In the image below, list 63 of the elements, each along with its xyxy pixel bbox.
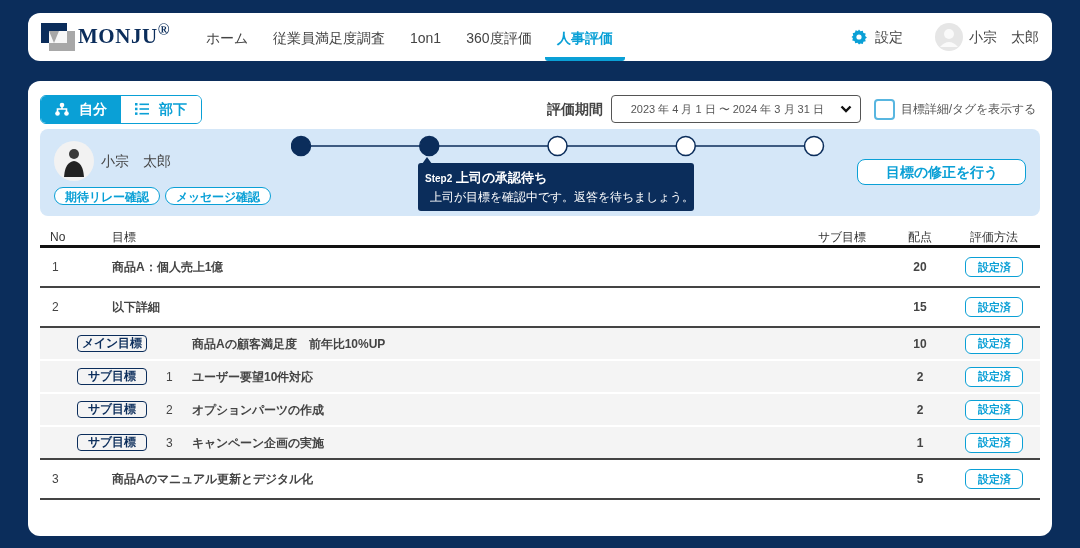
period-label: 評価期間	[546, 99, 603, 119]
table-cell-text: 15	[912, 299, 928, 316]
table-cell-text: 商品Aのマニュアル更新とデジタル化	[112, 471, 314, 488]
nav-tab[interactable]: 人事評価	[544, 24, 625, 61]
avatar	[54, 141, 94, 181]
table-cell-text: 1	[915, 434, 925, 452]
column-header: 目標	[112, 229, 137, 246]
table-cell-text: 2	[915, 368, 925, 386]
logo-icon	[41, 23, 75, 51]
table-cell-text: 商品Aの顧客満足度 前年比10%UP	[192, 335, 386, 353]
goal-tag: メイン目標	[77, 335, 147, 352]
chevron-down-icon	[839, 105, 852, 113]
hierarchy-icon	[55, 102, 69, 116]
logo-text: MONJU$^{®}$	[78, 21, 170, 51]
table-cell-text: 以下詳細	[112, 299, 161, 316]
step-label: Step2	[425, 172, 453, 186]
status-button[interactable]: 設定済	[965, 297, 1023, 317]
status-button[interactable]: 設定済	[965, 366, 1023, 387]
goal-tag: サブ目標	[77, 434, 147, 451]
nav-tab[interactable]: 1on1	[398, 24, 454, 61]
goal-tag: サブ目標	[77, 401, 147, 418]
status-text: 上司が目標を確認中です。返答を待ちましょう。	[429, 188, 687, 205]
status-button[interactable]: 設定済	[965, 257, 1023, 277]
table-cell: 3	[166, 435, 173, 450]
status-button[interactable]: 設定済	[965, 399, 1023, 420]
status-button[interactable]: 設定済	[965, 432, 1023, 453]
view-tab[interactable]: 自分	[41, 95, 121, 123]
table-cell-text: 2	[51, 299, 60, 316]
list-icon	[135, 103, 149, 115]
table-cell-text: オプションパーツの作成	[192, 401, 324, 419]
column-header: 配点	[907, 229, 933, 246]
status-button[interactable]: 設定済	[965, 469, 1023, 489]
nav-tab[interactable]: 360度評価	[454, 24, 544, 61]
table-cell-text: 2	[915, 401, 925, 419]
table-cell-text: 20	[912, 259, 928, 276]
link-button[interactable]: メッセージ確認	[165, 187, 271, 205]
table-cell-text: キャンペーン企画の実施	[192, 434, 324, 452]
table-cell: 1	[166, 369, 173, 384]
table-cell-text: 10	[912, 335, 928, 353]
employee-name: 小宗 太郎	[101, 151, 171, 171]
settings-icon	[851, 29, 867, 45]
checkbox-label: 目標詳細/タグを表示する	[900, 101, 1036, 118]
column-header: No	[49, 229, 67, 246]
settings-button[interactable]: 設定	[851, 26, 903, 48]
avatar	[935, 23, 963, 51]
status-title: 上司の承認待ち	[456, 169, 548, 187]
user-name[interactable]: 小宗 太郎	[969, 26, 1039, 48]
table-cell-text: 5	[915, 471, 925, 488]
column-header: サブ目標	[817, 229, 867, 246]
nav-tab[interactable]: ホーム	[194, 24, 260, 61]
table-cell-text: 商品A：個人売上1億	[112, 259, 225, 276]
period-dropdown[interactable]: 2023 年 4 月 1 日 〜 2024 年 3 月 31 日	[610, 95, 861, 123]
goal-tag: サブ目標	[77, 368, 147, 385]
table-cell-text: 1	[51, 259, 60, 276]
table-cell-text: ユーザー要望10件対応	[192, 368, 314, 386]
checkbox[interactable]	[873, 98, 895, 120]
status-button[interactable]: 設定済	[965, 333, 1023, 354]
table-cell: 2	[166, 402, 173, 417]
column-header: 評価方法	[969, 229, 1019, 246]
table-cell-text: 3	[51, 471, 60, 488]
edit-goals-button[interactable]: 目標の修正を行う	[857, 159, 1026, 185]
link-button[interactable]: 期待リレー確認	[54, 187, 160, 205]
nav-tab[interactable]: 従業員満足度調査	[261, 24, 397, 61]
